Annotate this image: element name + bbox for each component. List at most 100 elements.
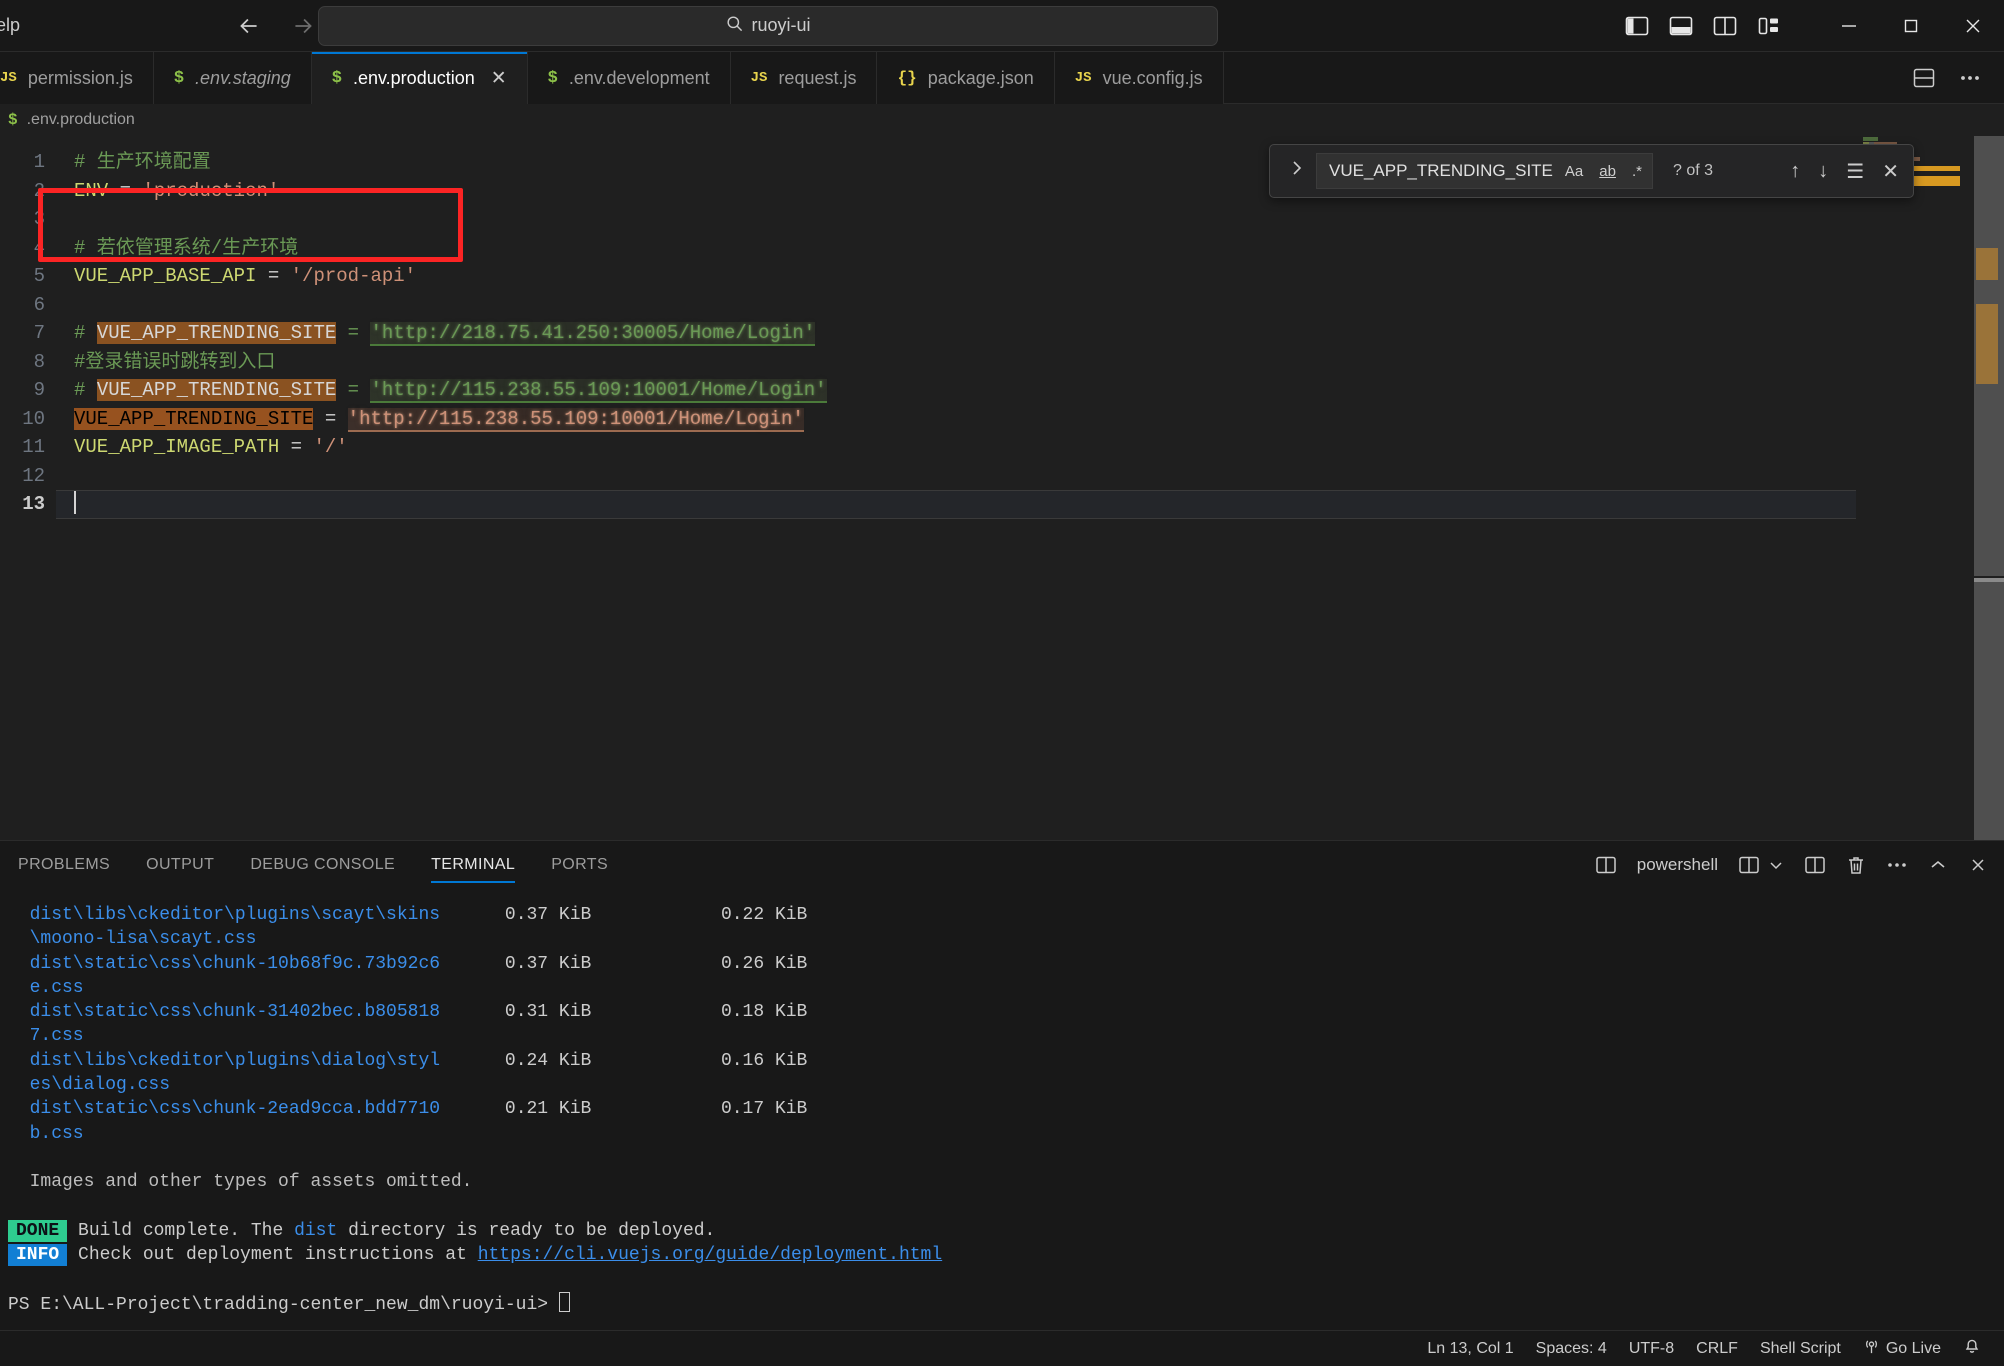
more-actions-icon[interactable]	[1958, 67, 1982, 89]
code-line[interactable]: # VUE_APP_TRENDING_SITE = 'http://115.23…	[74, 376, 2004, 405]
find-in-selection-icon[interactable]: ☰	[1846, 159, 1864, 184]
tab-env-production[interactable]: $ .env.production ✕	[312, 52, 528, 104]
panel-tab-label: PROBLEMS	[18, 856, 110, 874]
terminal-link[interactable]: dist	[294, 1221, 337, 1241]
tab-package-json[interactable]: {} package.json	[877, 52, 1054, 104]
code-line[interactable]	[74, 291, 2004, 320]
status-go-live[interactable]: Go Live	[1852, 1331, 1952, 1366]
editor-overview-ruler[interactable]	[1960, 136, 2004, 840]
command-center-search[interactable]: ruoyi-ui	[318, 6, 1218, 46]
toggle-primary-sidebar-icon[interactable]	[1622, 11, 1652, 41]
find-widget[interactable]: VUE_APP_TRENDING_SITE Aa ab .* ? of 3 ↑ …	[1269, 144, 1914, 198]
code-lines[interactable]: # 生产环境配置ENV = 'production' # 若依管理系统/生产环境…	[56, 136, 2004, 840]
code-token: VUE_APP_TRENDING_SITE	[97, 322, 336, 344]
code-viewport[interactable]: 1 2 3 4 5 6 7 8 9 10 11 12 13 # 生产环境配置EN…	[0, 136, 2004, 840]
close-panel-icon[interactable]	[1968, 855, 1988, 875]
minimize-window-button[interactable]	[1818, 0, 1880, 52]
editor-minimap[interactable]	[1860, 136, 1960, 840]
tab-request-js[interactable]: JS request.js	[731, 52, 878, 104]
line-number: 8	[0, 348, 45, 377]
find-input[interactable]: VUE_APP_TRENDING_SITE Aa ab .*	[1316, 153, 1653, 189]
tab-vue-config-js[interactable]: JS vue.config.js	[1055, 52, 1224, 104]
terminal-shell-icon[interactable]	[1595, 855, 1617, 875]
tab-env-staging[interactable]: $ .env.staging	[154, 52, 312, 104]
split-editor-icon[interactable]	[1912, 67, 1936, 89]
close-find-icon[interactable]: ✕	[1882, 159, 1899, 184]
status-bar: Ln 13, Col 1 Spaces: 4 UTF-8 CRLF Shell …	[0, 1330, 2004, 1366]
env-file-icon: $	[8, 111, 18, 129]
breadcrumb-label[interactable]: .env.production	[27, 111, 135, 129]
panel-tab-debug-console[interactable]: DEBUG CONSOLE	[232, 841, 413, 889]
code-line[interactable]	[74, 205, 2004, 234]
code-token: 'http://218.75.41.250:30005/Home/Login'	[370, 322, 815, 346]
terminal-asset-row: dist\static\css\chunk-2ead9cca.bdd7710 0…	[8, 1097, 2004, 1121]
chevron-down-icon[interactable]	[1768, 857, 1784, 873]
whole-word-icon[interactable]: ab	[1595, 161, 1620, 182]
code-line[interactable]: VUE_APP_TRENDING_SITE = 'http://115.238.…	[74, 405, 2004, 434]
match-case-icon[interactable]: Aa	[1561, 161, 1587, 182]
terminal-blank-line	[8, 1195, 2004, 1219]
close-window-button[interactable]	[1942, 0, 2004, 52]
code-token: =	[336, 379, 370, 401]
terminal-output[interactable]: dist\libs\ckeditor\plugins\scayt\skins 0…	[0, 889, 2004, 1330]
navigation-buttons	[230, 7, 322, 45]
terminal-blank-line	[8, 1267, 2004, 1291]
forward-icon[interactable]	[284, 7, 322, 45]
status-notifications[interactable]	[1952, 1331, 1992, 1366]
tab-list: JS permission.js $ .env.staging $ .env.p…	[0, 52, 1224, 104]
panel-tab-output[interactable]: OUTPUT	[128, 841, 232, 889]
scrollbar-track[interactable]	[1974, 582, 2004, 840]
code-line[interactable]: # 若依管理系统/生产环境	[74, 234, 2004, 263]
panel-tab-ports[interactable]: PORTS	[533, 841, 626, 889]
toggle-secondary-sidebar-icon[interactable]	[1710, 11, 1740, 41]
terminal-asset-row-continued: 7.css	[8, 1024, 2004, 1048]
status-cursor-position[interactable]: Ln 13, Col 1	[1416, 1331, 1524, 1366]
terminal-link[interactable]: https://cli.vuejs.org/guide/deployment.h…	[478, 1245, 942, 1265]
terminal-shell-name[interactable]: powershell	[1637, 855, 1718, 875]
split-terminal-icon[interactable]	[1804, 855, 1826, 875]
maximize-window-button[interactable]	[1880, 0, 1942, 52]
code-line[interactable]: #登录错误时跳转到入口	[74, 348, 2004, 377]
json-file-icon: {}	[897, 69, 916, 87]
tab-env-development[interactable]: $ .env.development	[528, 52, 731, 104]
code-line[interactable]	[74, 462, 2004, 491]
editor-tab-bar: JS permission.js $ .env.staging $ .env.p…	[0, 52, 2004, 104]
regex-icon[interactable]: .*	[1628, 161, 1646, 182]
find-next-icon[interactable]: ↓	[1818, 160, 1828, 183]
asset-size: 0.37 KiB	[505, 954, 721, 974]
code-line[interactable]: VUE_APP_BASE_API = '/prod-api'	[74, 262, 2004, 291]
toggle-panel-icon[interactable]	[1666, 11, 1696, 41]
tab-label: .env.development	[569, 68, 710, 89]
back-icon[interactable]	[230, 7, 268, 45]
chevron-right-icon[interactable]	[1284, 158, 1310, 184]
asset-path: e.css	[8, 978, 84, 998]
status-language-mode[interactable]: Shell Script	[1749, 1331, 1852, 1366]
code-line[interactable]	[56, 490, 1856, 519]
code-line[interactable]: VUE_APP_IMAGE_PATH = '/'	[74, 433, 2004, 462]
code-line[interactable]: # VUE_APP_TRENDING_SITE = 'http://218.75…	[74, 319, 2004, 348]
status-encoding[interactable]: UTF-8	[1618, 1331, 1685, 1366]
js-file-icon: JS	[751, 70, 768, 86]
terminal-asset-row-continued: \moono-lisa\scayt.css	[8, 927, 2004, 951]
status-indentation[interactable]: Spaces: 4	[1525, 1331, 1618, 1366]
panel-tab-problems[interactable]: PROBLEMS	[0, 841, 128, 889]
find-previous-icon[interactable]: ↑	[1790, 160, 1800, 183]
code-token: 'http://115.238.55.109:10001/Home/Login'	[370, 379, 826, 403]
panel-tab-terminal[interactable]: TERMINAL	[413, 841, 533, 889]
tab-label: .env.production	[353, 68, 475, 89]
window-controls-group	[1622, 0, 2004, 52]
customize-layout-icon[interactable]	[1754, 11, 1784, 41]
tab-label: permission.js	[28, 68, 133, 89]
asset-path: 7.css	[8, 1026, 84, 1046]
tab-label: .env.staging	[195, 68, 291, 89]
trash-icon[interactable]	[1846, 855, 1866, 876]
status-eol[interactable]: CRLF	[1685, 1331, 1749, 1366]
close-icon[interactable]: ✕	[491, 67, 507, 90]
panel-more-actions-icon[interactable]	[1886, 855, 1908, 875]
breadcrumb[interactable]: $ .env.production	[0, 104, 2004, 136]
asset-gzip-size: 0.26 KiB	[721, 954, 807, 974]
menu-bar-help[interactable]: lelp	[0, 15, 20, 36]
maximize-panel-icon[interactable]	[1928, 856, 1948, 874]
new-terminal-icon[interactable]	[1738, 855, 1760, 875]
tab-permission-js[interactable]: JS permission.js	[0, 52, 154, 104]
